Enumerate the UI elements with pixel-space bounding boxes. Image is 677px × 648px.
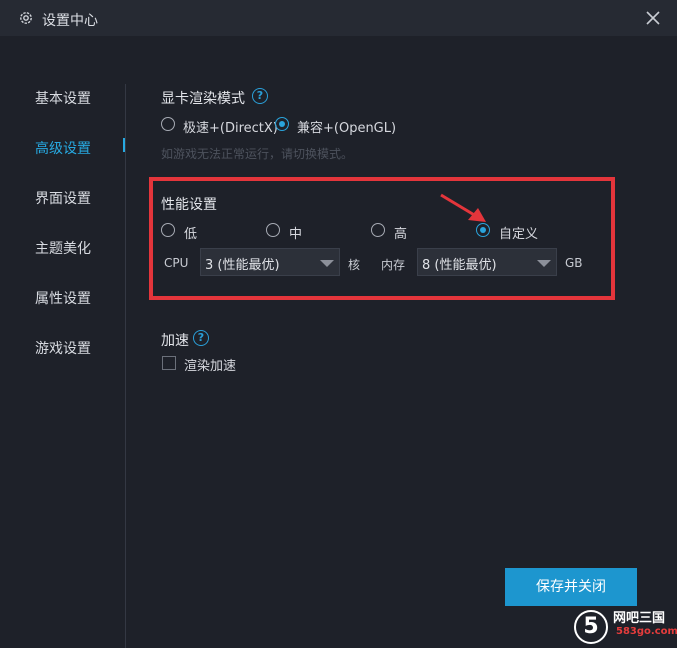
active-indicator (123, 138, 125, 152)
arrow-annotation (440, 193, 486, 222)
radio-medium-label: 中 (289, 227, 303, 242)
radio-low[interactable] (161, 223, 175, 237)
close-icon[interactable] (643, 8, 663, 28)
sidebar-item-interface[interactable]: 界面设置 (35, 188, 91, 208)
help-icon[interactable]: ? (252, 88, 268, 104)
radio-opengl-label: 兼容+(OpenGL) (297, 121, 397, 136)
window-title: 设置中心 (42, 13, 98, 29)
title-bar: 设置中心 (0, 0, 677, 36)
memory-label: 内存 (381, 258, 406, 272)
watermark-logo-mark: 5 (574, 610, 608, 644)
radio-opengl[interactable] (275, 117, 289, 131)
cpu-select-value: 3 (性能最优) (205, 258, 280, 273)
memory-unit: GB (565, 256, 583, 270)
radio-directx-label: 极速+(DirectX) (183, 121, 278, 136)
chevron-down-icon (320, 260, 334, 267)
sidebar-item-basic[interactable]: 基本设置 (35, 88, 91, 108)
gear-icon (20, 12, 32, 24)
sidebar-item-properties[interactable]: 属性设置 (35, 288, 91, 308)
sidebar-item-advanced[interactable]: 高级设置 (35, 138, 91, 158)
radio-custom[interactable] (476, 223, 490, 237)
cpu-unit: 核 (348, 258, 361, 272)
render-mode-title: 显卡渲染模式 (161, 91, 245, 107)
help-icon[interactable]: ? (193, 330, 209, 346)
render-mode-hint: 如游戏无法正常运行，请切换模式。 (161, 147, 354, 161)
watermark-logo: 5 网吧三国 583go.com (570, 604, 677, 648)
radio-medium[interactable] (266, 223, 280, 237)
cpu-label: CPU (164, 256, 189, 270)
radio-custom-label: 自定义 (499, 227, 539, 242)
highlight-box (149, 177, 615, 300)
watermark-name: 网吧三国 (613, 611, 666, 626)
radio-high-label: 高 (394, 227, 408, 242)
memory-select-value: 8 (性能最优) (422, 258, 497, 273)
render-acceleration-checkbox[interactable] (162, 356, 176, 370)
sidebar-item-game[interactable]: 游戏设置 (35, 338, 91, 358)
cpu-select[interactable]: 3 (性能最优) (200, 248, 340, 276)
performance-title: 性能设置 (161, 197, 217, 213)
radio-directx[interactable] (161, 117, 175, 131)
render-acceleration-label: 渲染加速 (184, 359, 237, 374)
radio-high[interactable] (371, 223, 385, 237)
chevron-down-icon (537, 260, 551, 267)
sidebar-item-theme[interactable]: 主题美化 (35, 238, 91, 258)
watermark-url: 583go.com (616, 626, 677, 637)
radio-low-label: 低 (184, 227, 198, 242)
sidebar-divider (125, 84, 126, 648)
acceleration-title: 加速 (161, 333, 189, 349)
save-and-close-button[interactable]: 保存并关闭 (505, 568, 637, 606)
memory-select[interactable]: 8 (性能最优) (417, 248, 557, 276)
